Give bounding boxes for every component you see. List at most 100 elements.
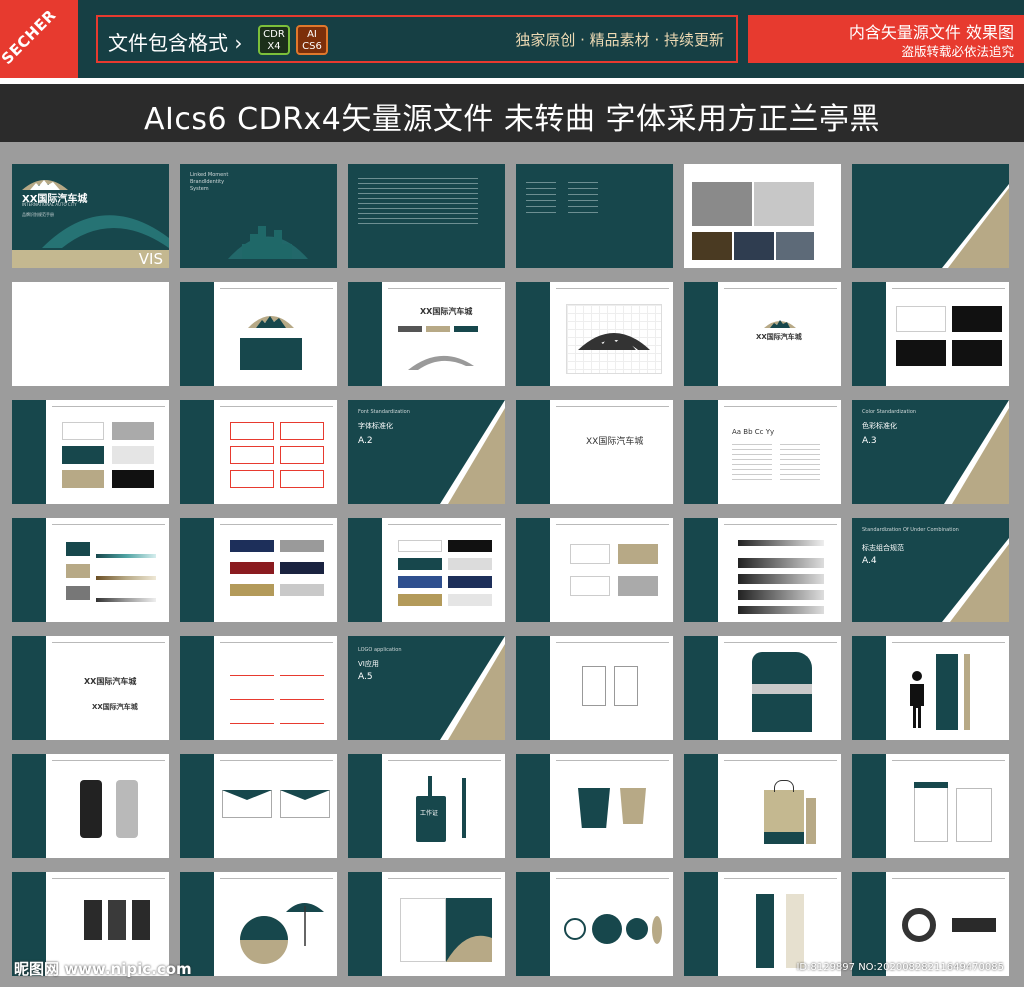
thumb-cover[interactable]: XX国际汽车城 INTERNATIONAL AUTO CITY 品牌识别规范手册… (12, 164, 169, 268)
pattern-teal (398, 558, 442, 570)
thumb-logo-grid[interactable] (516, 282, 673, 386)
thumb-totem-sign[interactable] (852, 636, 1009, 740)
headline-bar: AIcs6 CDRx4矢量源文件 未转曲 字体采用方正兰亭黑 (0, 84, 1024, 142)
header-rule (52, 878, 165, 879)
photo-night-road (692, 232, 732, 260)
variant-black-3 (952, 340, 1002, 366)
bg-black (112, 470, 154, 488)
gradient-bar-4 (738, 606, 824, 614)
thumb-section-a2[interactable]: Font Standardization 字体标准化 A.2 (348, 400, 505, 504)
color-dark-navy (280, 562, 324, 574)
thumb-brochure[interactable] (348, 872, 505, 976)
top-banner: SECHER 文件包含格式 › CDR X4 AI CS6 独家原创 · 精品素… (0, 0, 1024, 78)
color-silver (280, 540, 324, 552)
thumb-logo-combination[interactable]: XX国际汽车城 XX国际汽车城 (12, 636, 169, 740)
thumb-logo-misuse[interactable] (180, 400, 337, 504)
thumb-color-logo-blocks[interactable] (516, 518, 673, 622)
side-bar (684, 872, 718, 976)
color-bronze (230, 584, 274, 596)
thumb-font-sample[interactable]: Aa Bb Cc Yy (684, 400, 841, 504)
badge-small (626, 918, 648, 940)
thumb-lighters[interactable] (12, 754, 169, 858)
thumb-section-a5[interactable]: LOGO application VI应用 A.5 (348, 636, 505, 740)
diagonal-accent-shape (944, 400, 1009, 504)
flag-stand-teal (756, 894, 774, 968)
copyright-line2: 盗版转载必依法追究 (901, 44, 1014, 59)
side-bar (684, 282, 718, 386)
block-gold (618, 544, 658, 564)
bg-gray (112, 422, 154, 440)
thumb-section-a4[interactable]: Standardization Of Under Combination 标志组… (852, 518, 1009, 622)
thumb-work-badge[interactable]: 工作证 (348, 754, 505, 858)
lanyard-strap (428, 776, 432, 796)
uniform-1 (84, 900, 102, 940)
side-bar (348, 518, 382, 622)
header-rule (52, 406, 165, 407)
thumb-intro[interactable]: Linked Moment BrandIdentity System (180, 164, 337, 268)
header-rule (220, 760, 333, 761)
color-gray (66, 586, 90, 600)
thumb-logo-variants[interactable] (852, 282, 1009, 386)
thumb-umbrellas[interactable] (180, 872, 337, 976)
misuse-box-1 (230, 422, 274, 440)
combo-wordmark-2: XX国际汽车城 (92, 703, 138, 711)
color-teal (66, 542, 90, 556)
shopping-bag-band (764, 832, 804, 844)
misuse-combo-5 (230, 710, 274, 724)
thumb-preface[interactable] (348, 164, 505, 268)
thumb-contents[interactable] (516, 164, 673, 268)
contents-col-1 (526, 182, 556, 218)
header-rule (724, 878, 837, 879)
teal-tint-scale (96, 554, 156, 558)
color-navy (230, 540, 274, 552)
swatch-gray (398, 326, 422, 332)
header-rule (388, 524, 501, 525)
thumb-logo-composition[interactable]: XX国际汽车城 (348, 282, 505, 386)
thumb-gray-scale[interactable] (684, 518, 841, 622)
contents-col-2 (568, 182, 598, 218)
side-bar (516, 400, 550, 504)
pattern-gray (448, 558, 492, 570)
thumb-section-a3[interactable]: Color Standardization 色彩标准化 A.3 (852, 400, 1009, 504)
thumb-standard-wordmark[interactable]: XX国际汽车城 (516, 400, 673, 504)
nameplate (952, 918, 996, 932)
thumb-logo-standard[interactable] (180, 282, 337, 386)
thumb-badges-buttons[interactable] (516, 872, 673, 976)
thumb-color-palette[interactable] (12, 518, 169, 622)
bg-teal (62, 446, 104, 464)
thumb-folders[interactable] (852, 754, 1009, 858)
header-rule (388, 288, 501, 289)
format-box: 文件包含格式 › CDR X4 AI CS6 独家原创 · 精品素材 · 持续更… (96, 15, 738, 63)
header-rule (556, 288, 669, 289)
header-rule (220, 288, 333, 289)
photo-building (776, 232, 814, 260)
thumb-background-patterns[interactable] (348, 518, 505, 622)
thumb-paper-cups[interactable] (516, 754, 673, 858)
thumb-logo-proportions[interactable]: XX国际汽车城 (684, 282, 841, 386)
brochure-accent (446, 935, 492, 962)
pattern-navy (448, 576, 492, 588)
swatch-teal (454, 326, 478, 332)
header-rule (556, 878, 669, 879)
thumb-flag-stands[interactable] (684, 872, 841, 976)
thumb-steering-wheel[interactable] (852, 872, 1009, 976)
thumb-secondary-colors[interactable] (180, 518, 337, 622)
thumb-basic-elements[interactable] (852, 164, 1009, 268)
logo-wordmark: XX国际汽车城 (756, 333, 802, 341)
mountain-logo-icon (248, 316, 294, 328)
thumb-business-cards[interactable] (516, 636, 673, 740)
thumb-signage-panel[interactable] (684, 636, 841, 740)
thumb-brand-personality[interactable] (684, 164, 841, 268)
thumb-blank[interactable] (12, 282, 169, 386)
thumb-combination-misuse[interactable] (180, 636, 337, 740)
side-bar (12, 518, 46, 622)
ai-badge-line2: CS6 (302, 41, 322, 52)
variant-black (952, 306, 1002, 332)
thumb-envelopes[interactable] (180, 754, 337, 858)
thumb-logo-backgrounds[interactable] (12, 400, 169, 504)
envelope-flaps-icon (222, 790, 330, 800)
side-bar (516, 282, 550, 386)
thumb-shopping-bag[interactable] (684, 754, 841, 858)
bg-light (112, 446, 154, 464)
variant-white (896, 306, 946, 332)
